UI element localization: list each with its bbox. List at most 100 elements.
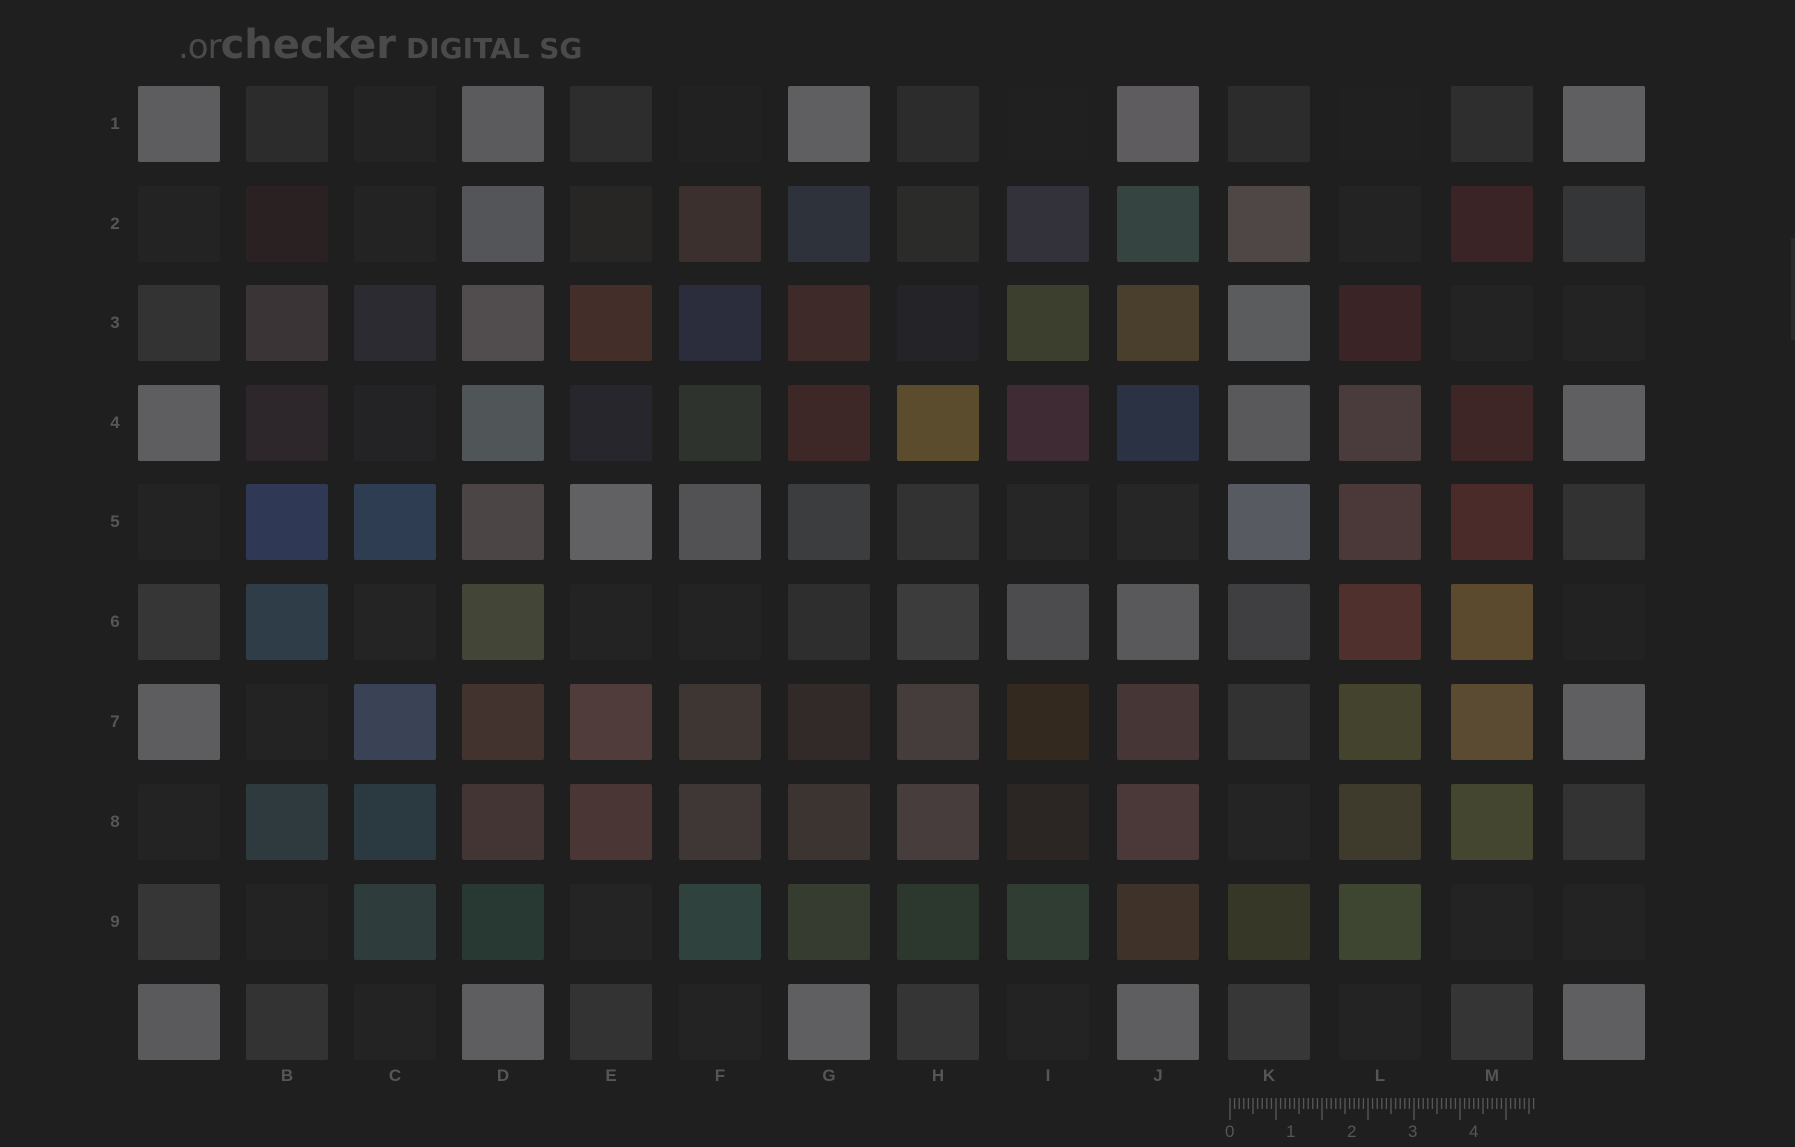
column-label: K: [1262, 1066, 1276, 1085]
color-patch: [788, 584, 870, 660]
color-patch: [1007, 285, 1089, 361]
color-patch: [1339, 385, 1421, 461]
color-patch: [354, 984, 436, 1060]
color-patch: [1339, 784, 1421, 860]
color-patch: [1563, 285, 1645, 361]
color-patch: [462, 684, 544, 760]
color-patch: [1007, 186, 1089, 262]
color-patch: [1451, 285, 1533, 361]
column-label: M: [1484, 1066, 1500, 1085]
color-patch: [1451, 584, 1533, 660]
row-label: 2: [110, 214, 120, 233]
color-patch: [1007, 684, 1089, 760]
color-patch: [462, 984, 544, 1060]
color-patch: [788, 984, 870, 1060]
color-patch: [679, 186, 761, 262]
logo-prefix: .or: [178, 27, 222, 67]
color-patch: [1228, 684, 1310, 760]
color-patch: [1117, 186, 1199, 262]
color-patch: [1563, 684, 1645, 760]
color-patch: [1451, 385, 1533, 461]
column-label: E: [605, 1066, 617, 1085]
color-patch: [138, 784, 220, 860]
color-patch: [246, 285, 328, 361]
color-patch: [897, 385, 979, 461]
color-patch: [788, 784, 870, 860]
color-patch: [897, 884, 979, 960]
logo-suffix: DIGITAL SG: [406, 32, 583, 65]
color-patch: [1451, 784, 1533, 860]
color-patch: [679, 86, 761, 162]
color-patch: [462, 584, 544, 660]
color-patch: [1117, 484, 1199, 560]
color-patch: [788, 884, 870, 960]
color-patch: [1117, 984, 1199, 1060]
color-patch: [462, 484, 544, 560]
color-patch: [462, 784, 544, 860]
color-patch: [138, 385, 220, 461]
column-label: H: [931, 1066, 945, 1085]
color-patch: [897, 684, 979, 760]
color-patch: [1563, 584, 1645, 660]
color-patch: [679, 684, 761, 760]
color-patch: [1563, 86, 1645, 162]
ruler-number: 2: [1347, 1122, 1357, 1141]
color-patch: [246, 186, 328, 262]
color-patch: [354, 484, 436, 560]
color-patch: [1228, 186, 1310, 262]
color-patch: [1339, 884, 1421, 960]
ruler-number: 3: [1408, 1122, 1418, 1141]
color-patch: [1007, 484, 1089, 560]
row-label: 3: [110, 313, 120, 332]
color-patch: [1339, 684, 1421, 760]
color-patch: [1228, 285, 1310, 361]
color-patch: [570, 484, 652, 560]
color-patch: [246, 684, 328, 760]
color-patch: [570, 285, 652, 361]
logo-name: checker: [220, 22, 397, 68]
brand-logo: .orchecker DIGITAL SG: [178, 22, 582, 68]
color-patch: [1228, 884, 1310, 960]
color-patch: [1563, 186, 1645, 262]
color-patch: [1007, 884, 1089, 960]
color-patch: [1117, 684, 1199, 760]
color-patch: [788, 86, 870, 162]
column-label: D: [496, 1066, 510, 1085]
color-patch: [1007, 584, 1089, 660]
color-patch: [1563, 784, 1645, 860]
color-patch: [138, 285, 220, 361]
color-patch: [246, 584, 328, 660]
color-patch: [138, 186, 220, 262]
ruler-number: 1: [1286, 1122, 1296, 1141]
row-label: 8: [110, 812, 120, 831]
color-patch: [1228, 584, 1310, 660]
color-patch: [1228, 784, 1310, 860]
edge-mark: [1791, 238, 1795, 340]
color-patch: [788, 684, 870, 760]
row-label: 5: [110, 512, 120, 531]
color-patch: [354, 385, 436, 461]
color-patch: [570, 86, 652, 162]
color-patch: [1451, 884, 1533, 960]
color-patch: [570, 186, 652, 262]
column-label: F: [714, 1066, 726, 1085]
color-patch: [1228, 984, 1310, 1060]
column-label: L: [1374, 1066, 1386, 1085]
color-patch: [1228, 86, 1310, 162]
color-patch: [246, 86, 328, 162]
color-patch: [1117, 784, 1199, 860]
color-patch: [679, 484, 761, 560]
color-patch: [570, 984, 652, 1060]
color-patch: [138, 884, 220, 960]
ruler-number: 4: [1469, 1122, 1479, 1141]
color-patch: [1228, 385, 1310, 461]
color-patch: [1339, 584, 1421, 660]
color-patch: [1117, 86, 1199, 162]
color-patch: [462, 86, 544, 162]
color-patch: [246, 385, 328, 461]
color-patch: [897, 285, 979, 361]
color-patch: [462, 285, 544, 361]
color-patch: [1563, 484, 1645, 560]
color-patch: [354, 784, 436, 860]
color-patch: [1007, 784, 1089, 860]
